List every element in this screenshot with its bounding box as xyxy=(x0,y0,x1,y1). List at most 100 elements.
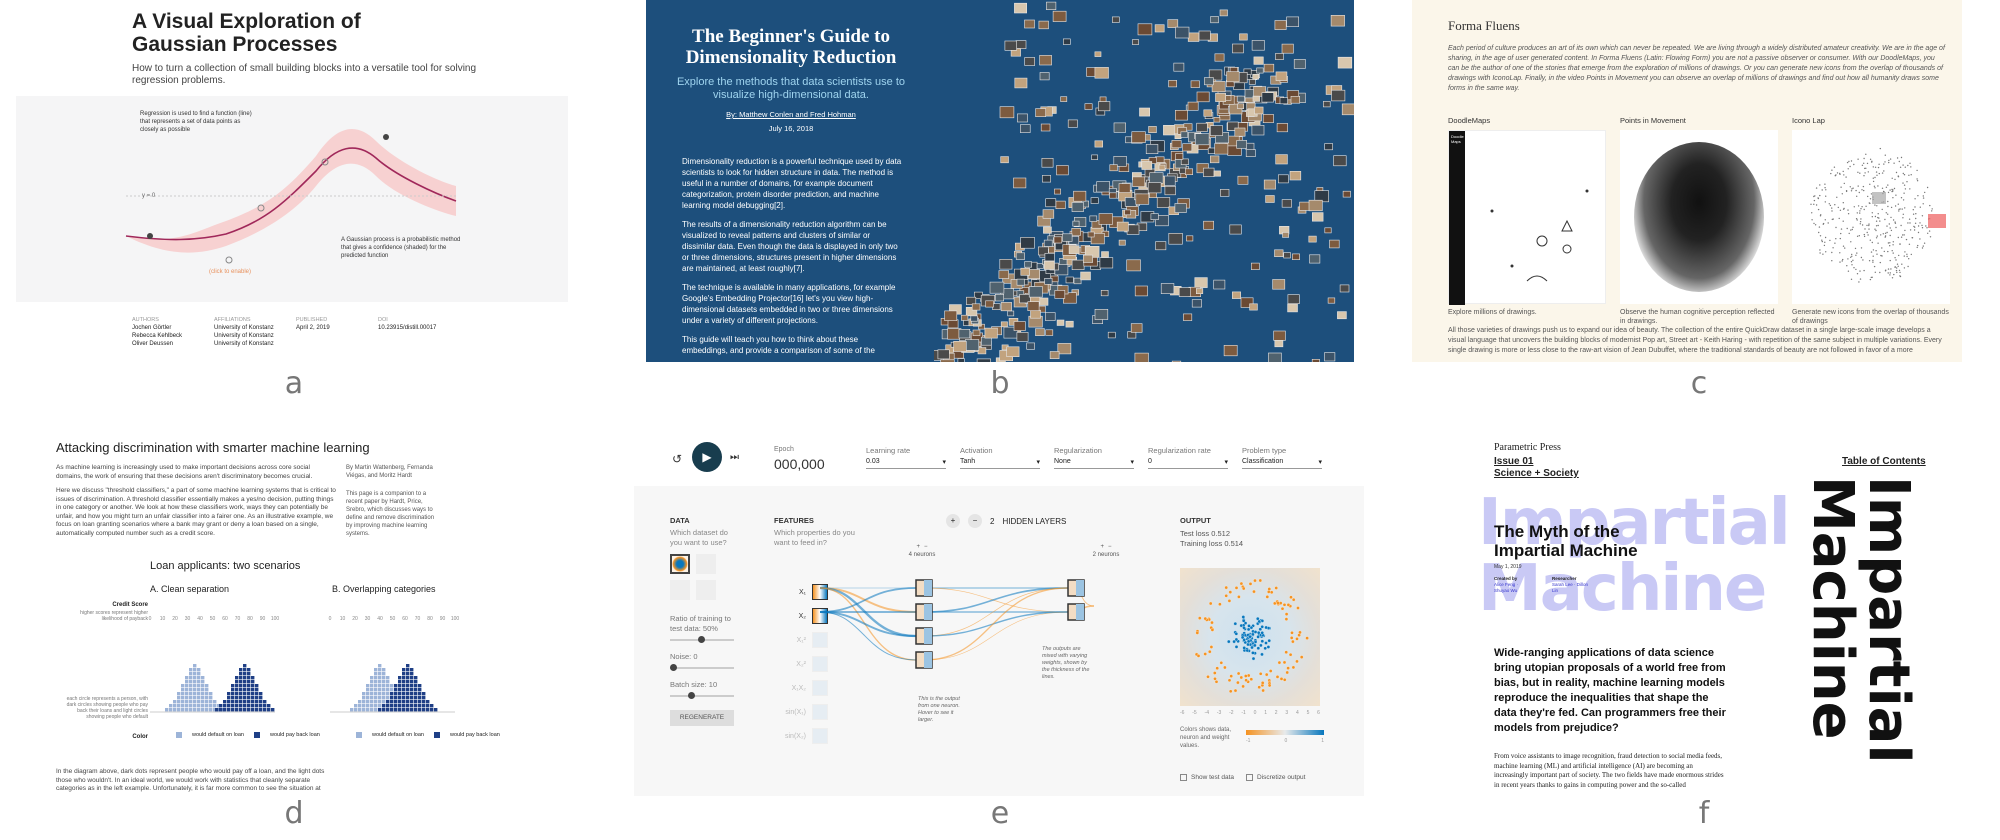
image-thumbnail[interactable] xyxy=(1044,253,1055,262)
image-thumbnail[interactable] xyxy=(1245,149,1256,157)
image-thumbnail[interactable] xyxy=(1275,53,1284,61)
image-thumbnail[interactable] xyxy=(1041,158,1054,168)
checkbox[interactable] xyxy=(1180,774,1187,781)
image-thumbnail[interactable] xyxy=(1279,97,1288,105)
image-thumbnail[interactable] xyxy=(1253,56,1264,65)
image-thumbnail[interactable] xyxy=(1063,38,1071,45)
image-thumbnail[interactable] xyxy=(1134,352,1149,362)
image-thumbnail[interactable] xyxy=(1226,71,1240,83)
checkbox[interactable] xyxy=(1246,774,1253,781)
image-thumbnail[interactable] xyxy=(1252,95,1260,102)
image-thumbnail[interactable] xyxy=(1072,220,1080,227)
meta-line[interactable]: Jochen Görtler xyxy=(132,324,214,332)
image-thumbnail[interactable] xyxy=(1191,299,1202,308)
image-thumbnail[interactable] xyxy=(1324,143,1333,151)
credit-names[interactable]: Sarah Lee · Dillon Lin xyxy=(1552,582,1592,594)
image-thumbnail[interactable] xyxy=(1180,131,1189,138)
image-thumbnail[interactable] xyxy=(1094,67,1109,79)
image-thumbnail[interactable] xyxy=(940,359,955,362)
control-regularization-rate[interactable]: Regularization rate 0 ▾ xyxy=(1148,446,1228,469)
image-thumbnail[interactable] xyxy=(1116,221,1129,232)
image-thumbnail[interactable] xyxy=(1194,277,1208,288)
image-thumbnail[interactable] xyxy=(1251,125,1265,136)
image-thumbnail[interactable] xyxy=(1275,71,1288,81)
image-thumbnail[interactable] xyxy=(1084,103,1093,110)
ratio-slider[interactable] xyxy=(670,636,740,644)
meta-line[interactable]: University of Konstanz xyxy=(214,340,296,348)
image-thumbnail[interactable] xyxy=(1198,30,1211,41)
image-thumbnail[interactable] xyxy=(1080,271,1091,281)
image-thumbnail[interactable] xyxy=(1154,24,1165,33)
image-thumbnail[interactable] xyxy=(1098,213,1113,225)
remove-neuron-button[interactable]: − xyxy=(924,544,928,550)
image-thumbnail[interactable] xyxy=(1015,40,1027,49)
image-thumbnail[interactable] xyxy=(1126,224,1140,235)
image-thumbnail[interactable] xyxy=(1163,125,1176,136)
image-thumbnail[interactable] xyxy=(1164,186,1176,196)
regenerate-button[interactable]: REGENERATE xyxy=(670,710,734,726)
image-thumbnail[interactable] xyxy=(1094,308,1109,320)
image-thumbnail[interactable] xyxy=(1182,143,1193,152)
image-thumbnail[interactable] xyxy=(1073,190,1087,202)
image-thumbnail[interactable] xyxy=(998,270,1010,279)
remove-layer-button[interactable]: − xyxy=(968,514,982,528)
image-thumbnail[interactable] xyxy=(1016,278,1025,286)
image-thumbnail[interactable] xyxy=(1263,179,1276,190)
image-thumbnail[interactable] xyxy=(1272,279,1286,290)
image-thumbnail[interactable] xyxy=(1017,113,1028,123)
image-thumbnail[interactable] xyxy=(1162,175,1176,186)
doodlemaps-preview[interactable]: Doodle Maps xyxy=(1448,130,1606,305)
image-thumbnail[interactable] xyxy=(1020,124,1031,133)
image-thumbnail[interactable] xyxy=(1239,33,1248,41)
image-thumbnail[interactable] xyxy=(980,336,992,346)
image-thumbnail[interactable] xyxy=(1016,332,1029,342)
image-thumbnail[interactable] xyxy=(999,258,1013,270)
image-thumbnail[interactable] xyxy=(1132,176,1146,187)
image-thumbnail[interactable] xyxy=(1171,360,1182,362)
image-thumbnail[interactable] xyxy=(1131,131,1146,143)
image-thumbnail[interactable] xyxy=(1052,10,1067,22)
image-thumbnail[interactable] xyxy=(1126,259,1141,272)
image-thumbnail[interactable] xyxy=(1020,267,1030,276)
image-thumbnail[interactable] xyxy=(1148,126,1157,134)
image-thumbnail[interactable] xyxy=(1065,276,1074,284)
col-points-in-movement[interactable]: Points in Movement Observe the human cog… xyxy=(1620,116,1780,326)
image-thumbnail[interactable] xyxy=(1107,331,1116,339)
image-thumbnail[interactable] xyxy=(1000,156,1009,164)
image-thumbnail[interactable] xyxy=(1281,43,1294,54)
col-doodlemaps[interactable]: DoodleMaps Doodle Maps Explore millions … xyxy=(1448,116,1608,317)
image-thumbnail[interactable] xyxy=(1014,2,1028,14)
slider-thumb[interactable] xyxy=(698,636,705,643)
image-thumbnail[interactable] xyxy=(1322,101,1331,108)
image-thumbnail[interactable] xyxy=(1024,261,1032,268)
image-thumbnail[interactable] xyxy=(1207,147,1216,154)
image-thumbnail[interactable] xyxy=(1209,155,1220,164)
image-thumbnail[interactable] xyxy=(1160,283,1175,294)
image-thumbnail[interactable] xyxy=(1155,241,1167,251)
image-thumbnail[interactable] xyxy=(971,303,981,311)
control-activation[interactable]: Activation Tanh ▾ xyxy=(960,446,1040,469)
image-thumbnail[interactable] xyxy=(1167,19,1179,28)
image-thumbnail[interactable] xyxy=(1071,259,1085,271)
image-thumbnail[interactable] xyxy=(1187,32,1200,42)
image-thumbnail[interactable] xyxy=(1261,92,1274,103)
control-problem-type[interactable]: Problem type Classification ▾ xyxy=(1242,446,1322,469)
meta-line[interactable]: Oliver Deussen xyxy=(132,340,214,348)
image-thumbnail[interactable] xyxy=(1109,192,1117,199)
image-thumbnail[interactable] xyxy=(1178,287,1191,297)
image-thumbnail[interactable] xyxy=(1149,172,1164,184)
image-thumbnail[interactable] xyxy=(1049,351,1060,359)
control-dropdown[interactable]: None ▾ xyxy=(1054,456,1134,469)
image-thumbnail[interactable] xyxy=(1043,226,1052,234)
image-thumbnail[interactable] xyxy=(944,310,958,321)
byline[interactable]: By: Matthew Conlen and Fred Hohman xyxy=(676,110,906,119)
image-thumbnail[interactable] xyxy=(1030,309,1041,319)
meta-line[interactable]: Rebecca Kehlbeck xyxy=(132,332,214,340)
image-thumbnail[interactable] xyxy=(1044,277,1053,285)
image-thumbnail[interactable] xyxy=(1015,252,1025,260)
image-thumbnail[interactable] xyxy=(1275,154,1288,165)
image-thumbnail[interactable] xyxy=(1254,106,1264,115)
image-thumbnail[interactable] xyxy=(1236,140,1248,149)
image-thumbnail[interactable] xyxy=(1043,239,1053,247)
image-thumbnail[interactable] xyxy=(1083,254,1093,263)
